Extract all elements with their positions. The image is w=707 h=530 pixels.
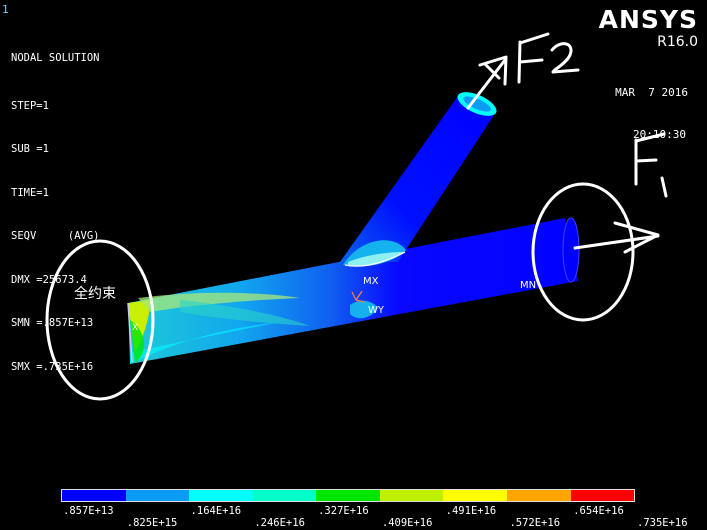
legend-segment [252, 490, 317, 501]
legend-tick-label: .409E+16 [381, 517, 433, 529]
legend-segment [316, 490, 380, 501]
legend-tick-label: .572E+16 [509, 517, 561, 529]
legend-tick-label: .654E+16 [573, 505, 624, 517]
contour-legend-bar [61, 489, 635, 502]
legend-tick-label: .164E+16 [190, 505, 242, 517]
legend-segment [506, 490, 571, 501]
legend-tick-label: .825E+15 [126, 517, 178, 529]
legend-segment [570, 490, 635, 501]
legend-segment [125, 490, 190, 501]
fixed-support-label: 全约束 [74, 285, 116, 302]
legend-tick-label: .327E+16 [318, 505, 369, 517]
node-label-x: X [132, 323, 138, 333]
force-f2-label [517, 32, 550, 84]
stress-contour-view[interactable]: MN MX WY X 全约束 [0, 0, 707, 488]
force-f2-annotation [466, 32, 580, 110]
legend-segment [189, 490, 253, 501]
node-label-wy: WY [368, 305, 385, 316]
legend-segment [62, 490, 126, 501]
legend-tick-label: .491E+16 [445, 505, 497, 517]
legend-tick-label: .735E+16 [637, 517, 688, 529]
legend-segment [379, 490, 444, 501]
legend-tick-label: .857E+13 [63, 505, 114, 517]
force-f1-label [634, 132, 668, 198]
legend-segment [443, 490, 507, 501]
node-label-mx: MX [363, 276, 379, 287]
node-label-mn: MN [520, 280, 536, 291]
legend-tick-label: .246E+16 [254, 517, 305, 529]
main-pipe [127, 217, 580, 364]
